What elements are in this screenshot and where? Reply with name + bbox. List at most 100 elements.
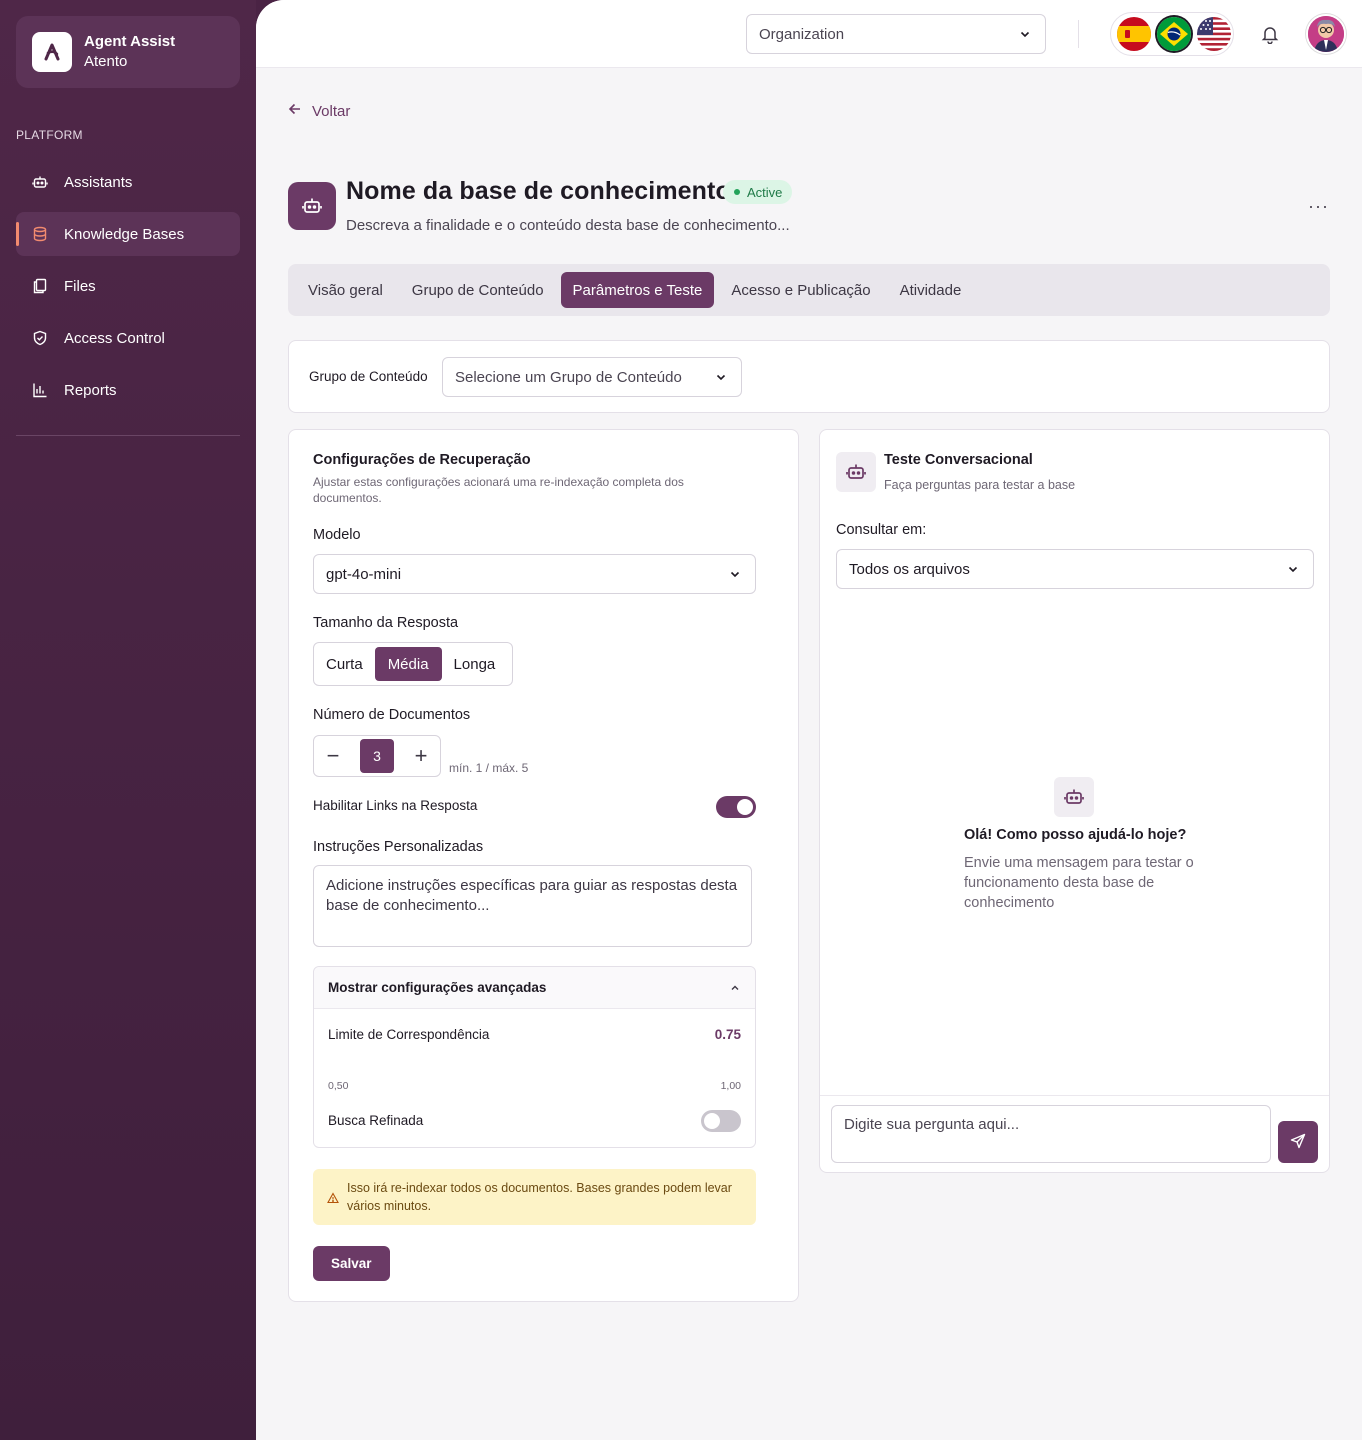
increment-button[interactable]: + (410, 743, 432, 768)
sidebar-item-assistants[interactable]: Assistants (16, 160, 240, 204)
robot-icon (32, 174, 48, 190)
chat-empty-description: Envie uma mensagem para testar o funcion… (964, 855, 1194, 911)
query-scope-select[interactable]: Todos os arquivos (836, 549, 1314, 589)
sidebar-item-label: Knowledge Bases (64, 225, 185, 243)
main-content: Organization Voltar Nome da base de conh… (256, 0, 1362, 1440)
arrow-left-icon (288, 102, 302, 120)
database-icon (32, 226, 48, 242)
page-description: Descreva a finalidade e o conteúdo desta… (346, 217, 790, 234)
links-toggle[interactable] (716, 796, 756, 818)
reindex-warning: Isso irá re-indexar todos os documentos.… (313, 1169, 756, 1225)
brand-card[interactable]: Agent Assist Atento (16, 16, 240, 88)
threshold-min: 0,50 (328, 1080, 349, 1092)
content-group-card: Grupo de Conteúdo Selecione um Grupo de … (288, 340, 1330, 413)
section-label: PLATFORM (16, 128, 83, 142)
sidebar: Agent Assist Atento PLATFORM Assistants … (0, 0, 256, 1440)
refined-search-toggle[interactable] (701, 1110, 741, 1132)
warning-text: Isso irá re-indexar todos os documentos.… (347, 1181, 732, 1213)
doc-count-stepper: − 3 + (313, 735, 441, 777)
files-icon (32, 278, 48, 294)
chevron-down-icon (729, 567, 741, 584)
response-size-short[interactable]: Curta (318, 647, 371, 681)
status-badge: Active (723, 180, 793, 204)
advanced-settings-panel: Mostrar configurações avançadas Limite d… (313, 966, 756, 1148)
sidebar-item-label: Access Control (64, 329, 165, 347)
chart-icon (32, 382, 48, 398)
model-select-value: gpt-4o-mini (326, 565, 402, 583)
threshold-label: Limite de Correspondência (328, 1027, 490, 1042)
refined-search-label: Busca Refinada (328, 1113, 424, 1128)
toggle-knob (704, 1113, 720, 1129)
save-button[interactable]: Salvar (313, 1246, 390, 1281)
toggle-knob (737, 799, 753, 815)
a-logo-icon (32, 32, 72, 72)
tab-overview[interactable]: Visão geral (296, 272, 395, 308)
query-scope-label: Consultar em: (836, 522, 927, 538)
shield-icon (32, 330, 48, 346)
retrieval-settings-description: Ajustar estas configurações acionará uma… (313, 475, 684, 505)
links-toggle-label: Habilitar Links na Resposta (313, 798, 478, 813)
doc-count-label: Número de Documentos (313, 707, 471, 723)
user-avatar[interactable] (1306, 14, 1346, 54)
sidebar-item-label: Assistants (64, 173, 133, 191)
chevron-up-icon (729, 982, 741, 997)
instructions-textarea[interactable]: Adicione instruções específicas para gui… (313, 865, 752, 947)
chat-test-subtitle: Faça perguntas para testar a base (884, 478, 1076, 492)
advanced-settings-title: Mostrar configurações avançadas (328, 980, 547, 995)
chat-test-title: Teste Conversacional (884, 452, 1033, 468)
tab-parameters-test[interactable]: Parâmetros e Teste (560, 272, 715, 308)
model-select[interactable]: gpt-4o-mini (313, 554, 756, 594)
brazil-flag-icon[interactable] (1157, 17, 1191, 51)
advanced-settings-toggle[interactable]: Mostrar configurações avançadas (314, 967, 755, 1009)
content-group-label: Grupo de Conteúdo (309, 369, 428, 384)
chat-test-card: Teste Conversacional Faça perguntas para… (819, 429, 1330, 1173)
back-link[interactable]: Voltar (288, 102, 350, 120)
chat-input[interactable]: Digite sua pergunta aqui... (831, 1105, 1271, 1163)
instructions-label: Instruções Personalizadas (313, 839, 484, 855)
robot-icon (1054, 777, 1094, 817)
response-size-label: Tamanho da Resposta (313, 615, 459, 631)
threshold-value: 0.75 (714, 1027, 741, 1042)
usa-flag-icon[interactable] (1197, 17, 1231, 51)
send-button[interactable] (1278, 1121, 1318, 1163)
response-size-toggle: Curta Média Longa (313, 642, 513, 686)
doc-count-value[interactable]: 3 (360, 739, 394, 773)
tab-activity[interactable]: Atividade (888, 272, 974, 308)
tab-content-group[interactable]: Grupo de Conteúdo (400, 272, 556, 308)
sidebar-item-reports[interactable]: Reports (16, 368, 240, 412)
model-label: Modelo (313, 527, 361, 543)
retrieval-settings-title: Configurações de Recuperação (313, 452, 531, 468)
organization-select[interactable]: Organization (746, 14, 1046, 54)
brand-title: Agent Assist (84, 33, 176, 50)
retrieval-settings-card: Configurações de Recuperação Ajustar est… (288, 429, 799, 1302)
response-size-long[interactable]: Longa (446, 647, 504, 681)
page-title: Nome da base de conhecimento (346, 177, 731, 205)
doc-count-hint: mín. 1 / máx. 5 (449, 761, 529, 775)
bell-icon[interactable] (1260, 24, 1280, 47)
threshold-max: 1,00 (720, 1080, 741, 1092)
more-options-icon[interactable]: ··· (1308, 196, 1329, 217)
sidebar-item-files[interactable]: Files (16, 264, 240, 308)
chat-empty-title: Olá! Como posso ajudá-lo hoje? (964, 827, 1187, 843)
send-icon (1290, 1133, 1306, 1152)
robot-icon (288, 182, 336, 230)
response-size-medium[interactable]: Média (374, 647, 442, 681)
chevron-down-icon (715, 370, 727, 387)
content-group-select[interactable]: Selecione um Grupo de Conteúdo (442, 357, 742, 397)
decrement-button[interactable]: − (322, 743, 344, 768)
sidebar-item-label: Files (64, 277, 96, 295)
sidebar-item-label: Reports (64, 381, 117, 399)
tab-bar: Visão geral Grupo de Conteúdo Parâmetros… (288, 264, 1330, 316)
sidebar-nav: Assistants Knowledge Bases Files Access … (16, 160, 240, 420)
back-link-label: Voltar (312, 102, 351, 120)
language-switcher (1110, 12, 1234, 56)
brand-subtitle: Atento (84, 53, 128, 70)
content-group-placeholder: Selecione um Grupo de Conteúdo (455, 368, 682, 386)
robot-icon (836, 452, 876, 492)
chevron-down-icon (1287, 562, 1299, 579)
tab-access-publishing[interactable]: Acesso e Publicação (719, 272, 882, 308)
sidebar-item-knowledge-bases[interactable]: Knowledge Bases (16, 212, 240, 256)
spain-flag-icon[interactable] (1117, 17, 1151, 51)
organization-select-value: Organization (759, 25, 845, 43)
sidebar-item-access-control[interactable]: Access Control (16, 316, 240, 360)
